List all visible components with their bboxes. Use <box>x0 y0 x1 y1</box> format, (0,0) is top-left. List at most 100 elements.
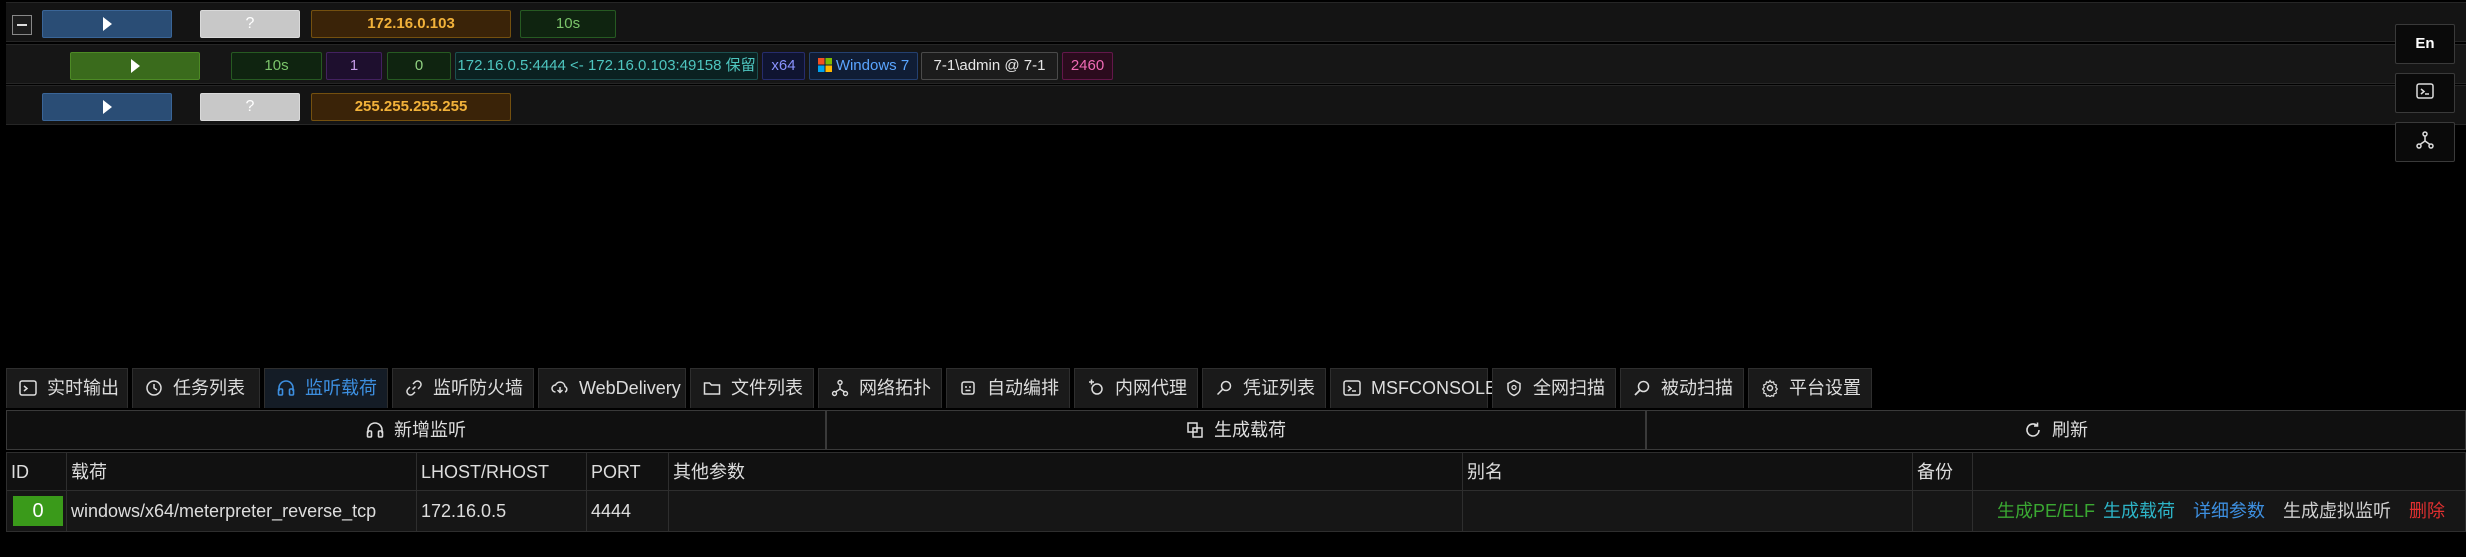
key-icon <box>1215 372 1233 396</box>
tab-msfconsole[interactable]: MSFCONSOLE <box>1330 368 1497 408</box>
row-actions: 生成PE/ELF 生成载荷 详细参数 生成虚拟监听 删除 <box>1973 491 2466 531</box>
network-icon <box>2416 131 2434 149</box>
detail-params-link[interactable]: 详细参数 <box>2193 491 2265 531</box>
row-payload: windows/x64/meterpreter_reverse_tcp <box>67 491 417 531</box>
col-payload[interactable]: 载荷 <box>67 453 417 491</box>
col-lhost[interactable]: LHOST/RHOST <box>417 453 587 491</box>
row-alias <box>1463 491 1913 531</box>
tab-task-list[interactable]: 任务列表 <box>132 368 260 408</box>
col-backup[interactable]: 备份 <box>1913 453 1973 491</box>
tab-label: 内网代理 <box>1115 378 1187 398</box>
language-button[interactable]: En <box>2395 24 2455 64</box>
host-ip[interactable]: 255.255.255.255 <box>311 93 511 121</box>
tab-label: 监听防火墙 <box>433 378 523 398</box>
play-icon <box>102 100 112 115</box>
delete-link[interactable]: 删除 <box>2409 491 2445 531</box>
refresh-label: 刷新 <box>2052 420 2088 440</box>
col-port[interactable]: PORT <box>587 453 669 491</box>
row-backup <box>1913 491 1973 531</box>
row-other-params <box>669 491 1463 531</box>
tab-file-list[interactable]: 文件列表 <box>690 368 814 408</box>
id-badge: 0 <box>13 496 63 526</box>
listener-toolbar: 新增监听 生成载荷 刷新 <box>6 410 2466 450</box>
tab-label: 被动扫描 <box>1661 378 1733 398</box>
session-pid: 2460 <box>1062 52 1113 80</box>
terminal-button[interactable] <box>2395 73 2455 113</box>
expand-button[interactable] <box>42 93 172 121</box>
console-icon <box>1343 372 1361 396</box>
session-heartbeat: 10s <box>231 52 322 80</box>
tab-network-scan[interactable]: 全网扫描 <box>1492 368 1616 408</box>
col-alias[interactable]: 别名 <box>1463 453 1913 491</box>
collapse-toggle-icon[interactable] <box>12 15 32 35</box>
search-icon <box>1633 372 1651 396</box>
tab-passive-scan[interactable]: 被动扫描 <box>1620 368 1744 408</box>
tab-label: WebDelivery <box>579 378 681 398</box>
network-button[interactable] <box>2395 122 2455 162</box>
refresh-button[interactable]: 刷新 <box>1646 410 2466 450</box>
scan-icon <box>1505 372 1523 397</box>
copy-icon <box>1186 414 1204 438</box>
tab-auto-orchestration[interactable]: 自动编排 <box>946 368 1070 408</box>
host-ip[interactable]: 172.16.0.103 <box>311 10 511 38</box>
host-row[interactable]: ? 172.16.0.103 10s <box>6 2 2466 42</box>
session-arch: x64 <box>762 52 805 80</box>
tab-label: 文件列表 <box>731 378 803 398</box>
terminal-icon <box>19 372 37 396</box>
session-user: 7-1\admin @ 7-1 <box>921 52 1058 80</box>
tab-platform-settings[interactable]: 平台设置 <box>1748 368 1872 408</box>
folder-icon <box>703 372 721 395</box>
session-os: Windows 7 <box>809 52 918 80</box>
col-id[interactable]: ID <box>7 453 67 491</box>
table-row[interactable]: 0 windows/x64/meterpreter_reverse_tcp 17… <box>7 491 2465 531</box>
session-count-a: 1 <box>326 52 382 80</box>
robot-icon <box>959 372 977 395</box>
host-row[interactable]: ? 255.255.255.255 <box>6 85 2466 125</box>
link-icon <box>405 372 423 396</box>
col-other-params[interactable]: 其他参数 <box>669 453 1463 491</box>
session-connection: 172.16.0.5:4444 <- 172.16.0.103:49158 保留 <box>455 52 758 80</box>
windows-logo-icon <box>817 58 832 72</box>
session-count-b: 0 <box>387 52 451 80</box>
add-listener-button[interactable]: 新增监听 <box>6 410 826 450</box>
headphones-icon <box>277 372 295 396</box>
row-lhost: 172.16.0.5 <box>417 491 587 531</box>
proxy-icon <box>1087 372 1105 395</box>
tab-network-topology[interactable]: 网络拓扑 <box>818 368 942 408</box>
expand-button[interactable] <box>42 10 172 38</box>
tab-listener-payload[interactable]: 监听载荷 <box>264 368 388 408</box>
headphones-icon <box>366 414 384 438</box>
terminal-icon <box>2416 83 2434 99</box>
cloud-download-icon <box>551 372 569 394</box>
session-row[interactable]: 10s 1 0 172.16.0.5:4444 <- 172.16.0.103:… <box>6 44 2466 84</box>
play-icon <box>102 17 112 32</box>
generate-virtual-listener-link[interactable]: 生成虚拟监听 <box>2283 491 2391 531</box>
play-icon <box>130 59 140 74</box>
tab-label: 凭证列表 <box>1243 378 1315 398</box>
topology-icon <box>831 372 849 397</box>
clock-icon <box>145 372 163 396</box>
session-os-label: Windows 7 <box>835 57 910 74</box>
tab-label: 平台设置 <box>1789 378 1861 398</box>
tab-intranet-proxy[interactable]: 内网代理 <box>1074 368 1198 408</box>
generate-payload-link[interactable]: 生成载荷 <box>2103 491 2175 531</box>
tab-label: 任务列表 <box>173 378 245 398</box>
add-listener-label: 新增监听 <box>394 420 466 440</box>
generate-pe-elf-link[interactable]: 生成PE/ELF <box>1997 491 2095 531</box>
gear-icon <box>1761 372 1779 399</box>
tab-realtime-output[interactable]: 实时输出 <box>6 368 128 408</box>
tab-listener-firewall[interactable]: 监听防火墙 <box>392 368 534 408</box>
session-expand-button[interactable] <box>70 52 200 80</box>
col-actions <box>1973 453 2466 491</box>
tab-label: 网络拓扑 <box>859 378 931 398</box>
os-unknown-badge: ? <box>200 93 300 121</box>
refresh-icon <box>2024 414 2042 437</box>
tab-label: 监听载荷 <box>305 378 377 398</box>
row-port: 4444 <box>587 491 669 531</box>
os-unknown-badge: ? <box>200 10 300 38</box>
generate-payload-button[interactable]: 生成载荷 <box>826 410 1646 450</box>
tab-webdelivery[interactable]: WebDelivery <box>538 368 686 408</box>
tab-credential-list[interactable]: 凭证列表 <box>1202 368 1326 408</box>
row-id-cell: 0 <box>7 491 67 531</box>
tab-label: 全网扫描 <box>1533 378 1605 398</box>
